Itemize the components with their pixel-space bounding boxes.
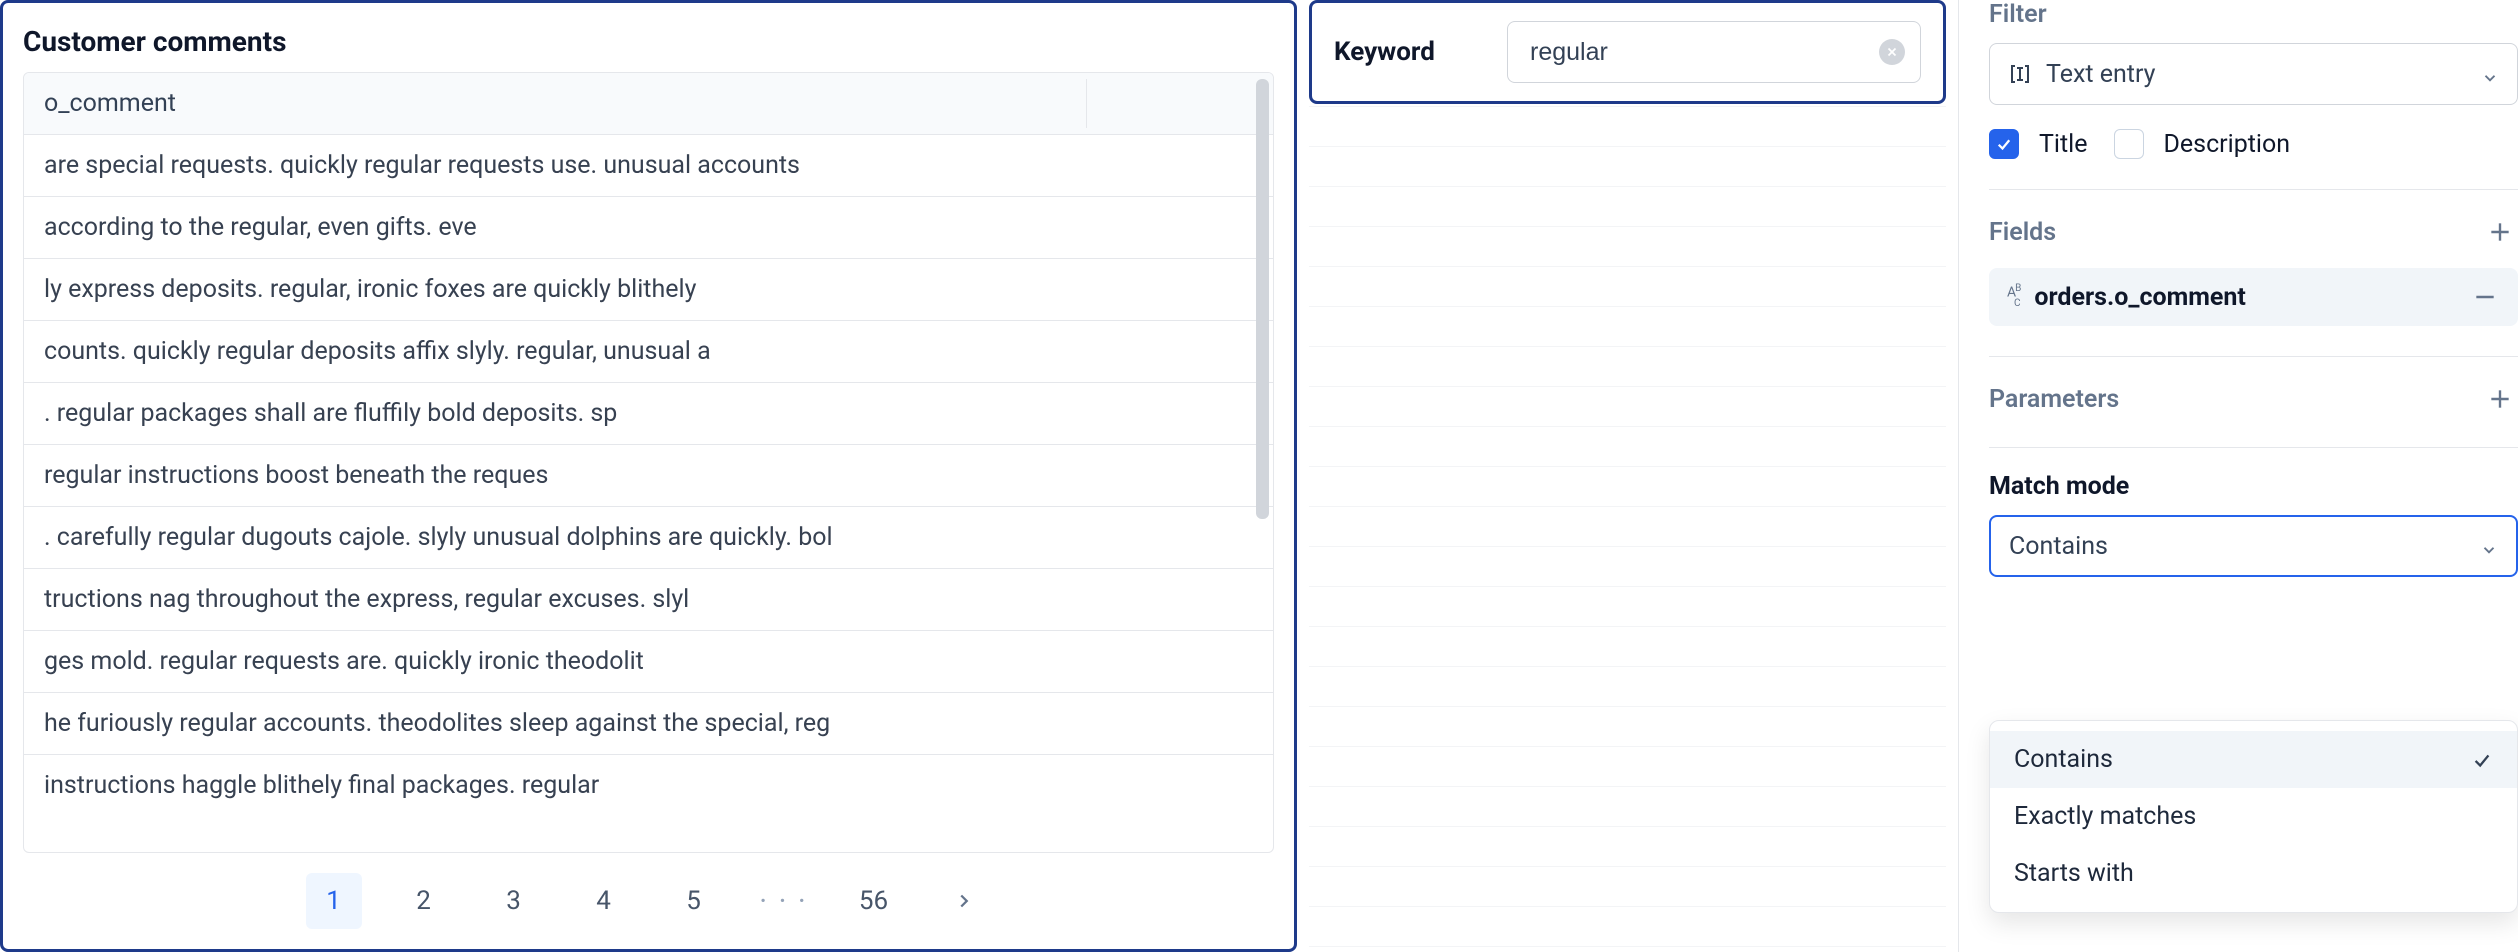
middle-panel: Keyword	[1309, 0, 1946, 952]
table-row[interactable]: ges mold. regular requests are. quickly …	[24, 631, 1273, 693]
text-entry-icon	[2008, 62, 2032, 86]
match-mode-option-exactly-matches[interactable]: Exactly matches	[1990, 788, 2517, 845]
field-chip-label: orders.o_comment	[2034, 283, 2246, 312]
page-2-button[interactable]: 2	[396, 873, 452, 929]
table-row[interactable]: according to the regular, even gifts. ev…	[24, 197, 1273, 259]
divider	[1989, 447, 2518, 448]
title-checkbox[interactable]	[1989, 129, 2019, 159]
table-row[interactable]: tructions nag throughout the express, re…	[24, 569, 1273, 631]
fields-section-header: Fields	[1989, 214, 2518, 250]
table-body: are special requests. quickly regular re…	[24, 135, 1273, 852]
table-row[interactable]: counts. quickly regular deposits affix s…	[24, 321, 1273, 383]
add-parameter-button[interactable]	[2482, 381, 2518, 417]
pagination: 1 2 3 4 5 · · · 56	[23, 867, 1274, 929]
search-in-options: Title Description	[1989, 129, 2518, 159]
table-row[interactable]: he furiously regular accounts. theodolit…	[24, 693, 1273, 755]
check-icon	[2471, 749, 2493, 771]
filter-type-select[interactable]: Text entry	[1989, 43, 2518, 105]
text-field-icon: ABC	[2007, 283, 2020, 311]
plus-icon	[2487, 386, 2513, 412]
dropdown-option-label: Contains	[2014, 745, 2113, 774]
description-checkbox[interactable]	[2114, 129, 2144, 159]
keyword-card: Keyword	[1309, 0, 1946, 104]
page-5-button[interactable]: 5	[666, 873, 722, 929]
minus-icon	[2472, 284, 2498, 310]
filter-section-label: Filter	[1989, 0, 2518, 29]
remove-field-button[interactable]	[2470, 282, 2500, 312]
title-checkbox-label: Title	[2039, 130, 2088, 159]
dropdown-option-label: Starts with	[2014, 859, 2134, 888]
table-row[interactable]: . regular packages shall are fluffily bo…	[24, 383, 1273, 445]
divider	[1989, 356, 2518, 357]
chevron-down-icon	[2481, 65, 2499, 83]
keyword-label: Keyword	[1334, 37, 1435, 67]
page-ellipsis: · · ·	[756, 873, 812, 929]
page-4-button[interactable]: 4	[576, 873, 632, 929]
page-3-button[interactable]: 3	[486, 873, 542, 929]
column-header: o_comment	[24, 73, 1273, 135]
comments-table: o_comment are special requests. quickly …	[23, 72, 1274, 853]
dropdown-option-label: Exactly matches	[2014, 802, 2196, 831]
clear-input-button[interactable]	[1879, 39, 1905, 65]
chevron-down-icon	[2480, 537, 2498, 555]
keyword-input[interactable]	[1507, 21, 1921, 83]
description-checkbox-label: Description	[2164, 130, 2291, 159]
scrollbar[interactable]	[1256, 79, 1269, 519]
match-mode-option-starts-with[interactable]: Starts with	[1990, 845, 2517, 902]
match-mode-selected: Contains	[2009, 532, 2108, 561]
page-1-button[interactable]: 1	[306, 873, 362, 929]
field-chip: ABC orders.o_comment	[1989, 268, 2518, 326]
chevron-right-icon	[953, 890, 975, 912]
column-header-label: o_comment	[44, 89, 176, 118]
keyword-input-wrap	[1507, 21, 1921, 83]
parameters-section-label: Parameters	[1989, 385, 2119, 414]
customer-comments-panel: Customer comments o_comment are special …	[0, 0, 1297, 952]
table-row[interactable]: . carefully regular dugouts cajole. slyl…	[24, 507, 1273, 569]
match-mode-select[interactable]: Contains	[1989, 515, 2518, 577]
table-row[interactable]: are special requests. quickly regular re…	[24, 135, 1273, 197]
match-mode-label: Match mode	[1989, 472, 2518, 501]
fields-section-label: Fields	[1989, 218, 2056, 247]
check-icon	[1995, 135, 2013, 153]
column-divider[interactable]	[1086, 79, 1087, 128]
panel-title: Customer comments	[23, 25, 1274, 58]
canvas-grid[interactable]	[1309, 106, 1946, 952]
match-mode-option-contains[interactable]: Contains	[1990, 731, 2517, 788]
add-field-button[interactable]	[2482, 214, 2518, 250]
page-last-button[interactable]: 56	[846, 873, 902, 929]
close-icon	[1885, 45, 1899, 59]
filter-type-label: Text entry	[2046, 60, 2156, 89]
table-row[interactable]: ly express deposits. regular, ironic fox…	[24, 259, 1273, 321]
plus-icon	[2487, 219, 2513, 245]
match-mode-dropdown: Contains Exactly matches Starts with	[1989, 720, 2518, 913]
table-row[interactable]: regular instructions boost beneath the r…	[24, 445, 1273, 507]
page-next-button[interactable]	[936, 873, 992, 929]
table-row[interactable]: instructions haggle blithely final packa…	[24, 755, 1273, 816]
settings-sidebar: Filter Text entry Title Description Fiel…	[1958, 0, 2518, 952]
divider	[1989, 189, 2518, 190]
parameters-section-header: Parameters	[1989, 381, 2518, 417]
